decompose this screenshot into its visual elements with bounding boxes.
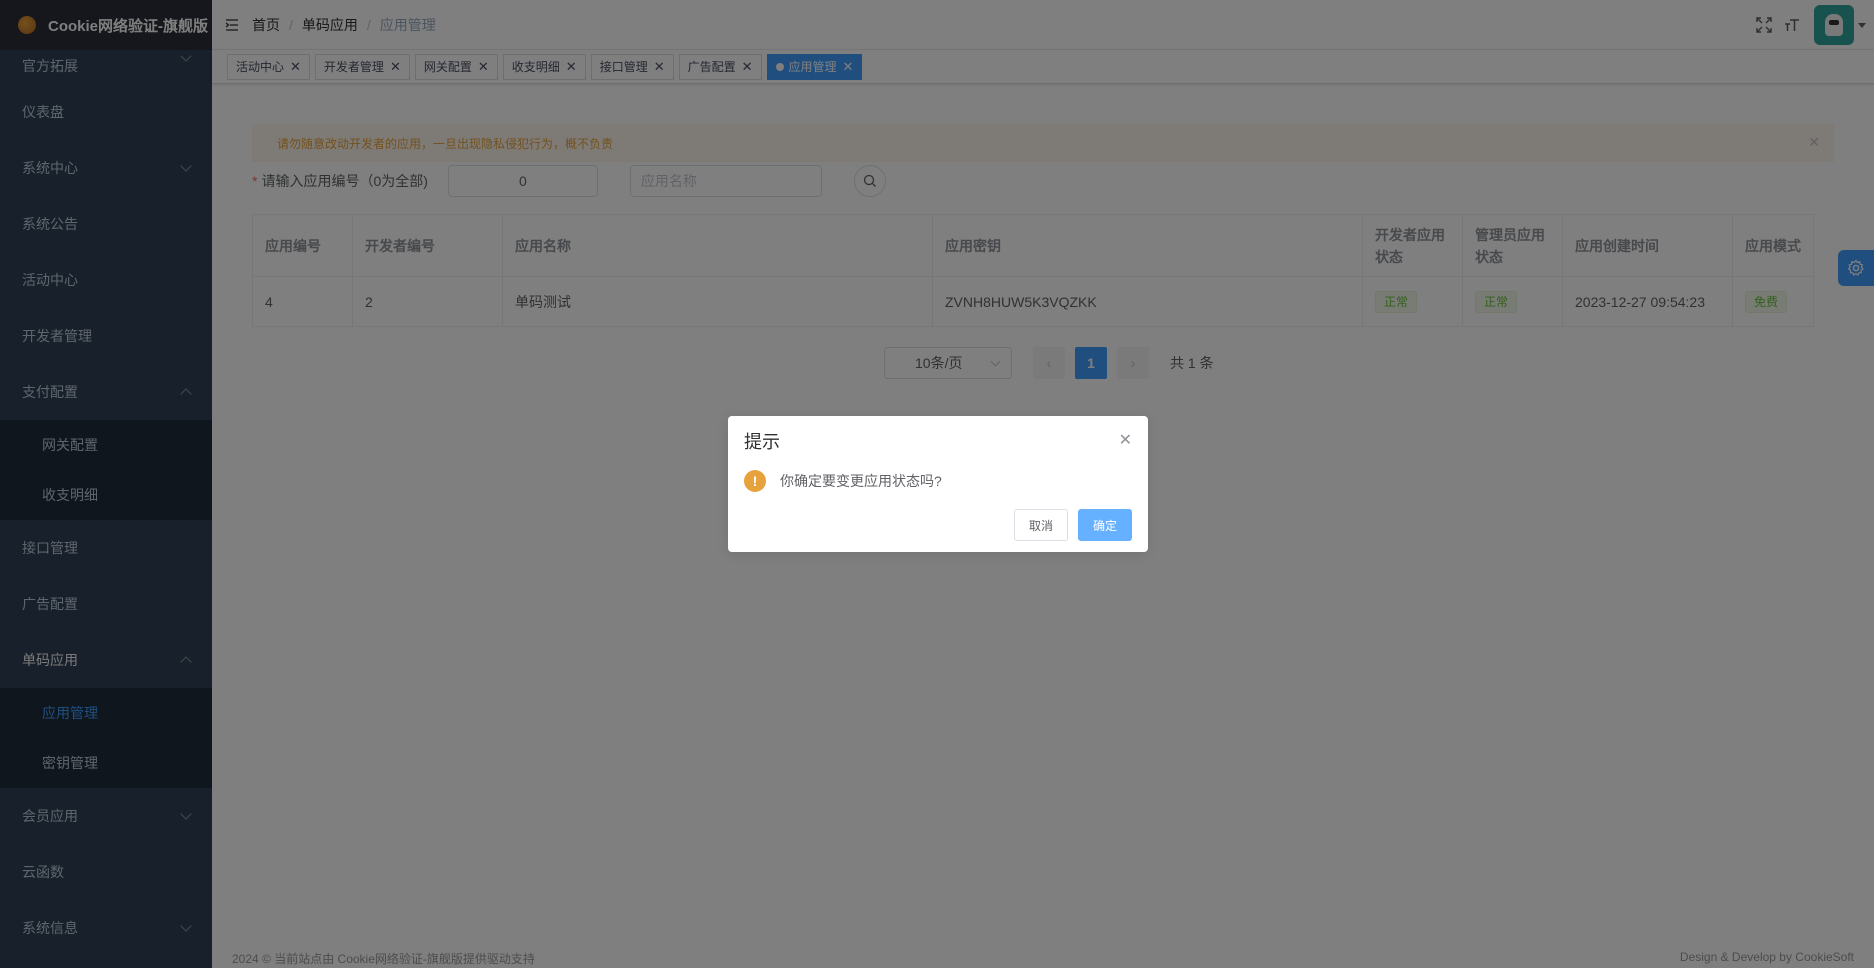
dialog-message: 你确定要变更应用状态吗? [780, 473, 942, 489]
dialog-body: ! 你确定要变更应用状态吗? [744, 470, 942, 492]
warning-icon: ! [744, 470, 766, 492]
confirm-dialog: 提示 ✕ ! 你确定要变更应用状态吗? 取消 确定 [728, 416, 1148, 552]
cancel-button[interactable]: 取消 [1013, 509, 1068, 541]
confirm-button[interactable]: 确定 [1077, 509, 1132, 541]
dialog-title: 提示 [744, 432, 780, 452]
close-icon[interactable]: ✕ [1119, 430, 1132, 450]
dialog-actions: 取消 确定 [1013, 509, 1132, 541]
